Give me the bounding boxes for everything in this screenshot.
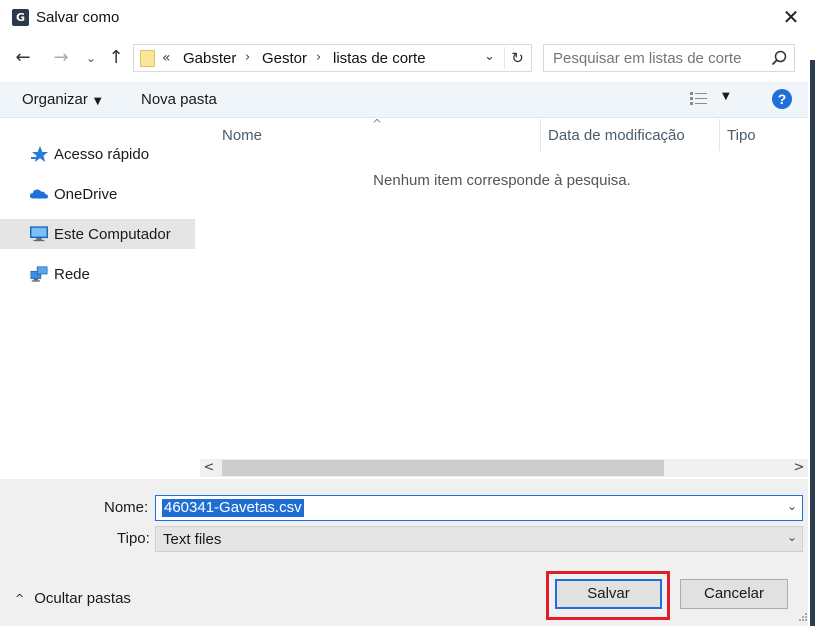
address-bar[interactable]: « Gabster › Gestor › listas de corte ⌄ ↻ [133,44,532,72]
sidebar-item-quick-access[interactable]: Acesso rápido [0,139,195,169]
column-header-type[interactable]: Tipo [727,127,756,144]
column-header-modified[interactable]: Data de modificação [548,127,685,144]
computer-icon [30,226,48,242]
sort-ascending-icon: ^ [372,117,383,131]
chevron-down-icon[interactable]: ⌄ [787,499,797,513]
folder-icon [140,50,155,67]
search-box[interactable] [543,44,795,72]
file-name-field[interactable]: 460341-Gavetas.csv ⌄ [155,495,803,521]
breadcrumb-gabster[interactable]: Gabster [183,50,236,67]
breadcrumb-separator-icon[interactable]: › [316,50,321,65]
hide-folders-label: Ocultar pastas [34,590,131,607]
view-options-icon[interactable] [690,92,708,106]
navigation-pane: Acesso rápido OneDrive Este Computador R… [0,119,200,479]
network-icon [30,266,48,282]
sidebar-item-label: Este Computador [54,225,171,243]
new-folder-button[interactable]: Nova pasta [141,91,217,108]
breadcrumb-gestor[interactable]: Gestor [262,50,307,67]
help-icon[interactable]: ? [772,89,792,109]
file-name-value[interactable]: 460341-Gavetas.csv [162,499,304,517]
close-icon[interactable]: ✕ [780,6,802,28]
sidebar-item-this-pc[interactable]: Este Computador [0,219,195,249]
command-bar: Organizar ▼ Nova pasta ▼ ? [0,82,808,118]
sidebar-item-label: Acesso rápido [54,145,150,163]
type-label: Tipo: [117,530,150,547]
name-label: Nome: [104,499,149,516]
scroll-right-icon[interactable]: > [790,459,808,477]
sidebar-item-onedrive[interactable]: OneDrive [0,179,195,209]
column-header-name[interactable]: Nome [222,127,262,144]
chevron-down-icon[interactable]: ⌄ [787,530,797,544]
up-arrow-icon[interactable]: ↑ [105,47,127,69]
title-bar: G Salvar como ✕ [0,0,808,36]
breadcrumb-separator-icon[interactable]: › [245,50,250,65]
file-list: ^ Nome Data de modificação Tipo Nenhum i… [200,117,808,479]
forward-arrow-icon[interactable]: → [50,47,72,69]
resize-grip-icon[interactable] [798,612,808,622]
search-icon[interactable] [770,49,788,67]
save-form: Nome: 460341-Gavetas.csv ⌄ Tipo: Text fi… [0,479,808,626]
breadcrumb-overflow-icon[interactable]: « [162,50,171,66]
organize-label: Organizar [22,91,88,108]
search-input[interactable] [553,49,758,67]
scroll-left-icon[interactable]: < [200,459,218,477]
scrollbar-thumb[interactable] [222,460,664,476]
cloud-icon [30,189,48,199]
address-dropdown-icon[interactable]: ⌄ [484,49,495,64]
recent-locations-chevron-icon[interactable]: ⌄ [80,47,102,69]
organize-menu[interactable]: Organizar ▼ [22,91,102,108]
refresh-icon[interactable]: ↻ [504,47,530,69]
horizontal-scrollbar[interactable]: < > [200,459,808,477]
file-type-select[interactable]: Text files ⌄ [155,526,803,552]
empty-state-message: Nenhum item corresponde à pesquisa. [373,172,631,189]
star-icon [31,146,48,162]
caret-down-icon: ▼ [93,96,102,107]
file-type-value: Text files [163,531,222,548]
column-divider[interactable] [540,119,541,151]
view-dropdown-icon[interactable]: ▼ [722,91,730,102]
cancel-button[interactable]: Cancelar [680,579,788,609]
breadcrumb-listas-de-corte[interactable]: listas de corte [333,50,426,67]
sidebar-item-label: OneDrive [54,185,118,203]
window-title: Salvar como [36,9,120,26]
sidebar-item-label: Rede [54,265,90,283]
hide-folders-toggle[interactable]: ^ Ocultar pastas [15,590,131,607]
sidebar-item-network[interactable]: Rede [0,259,195,289]
window-edge [810,60,815,626]
chevron-up-icon: ^ [15,592,25,605]
back-arrow-icon[interactable]: ← [12,47,34,69]
app-icon: G [12,9,29,26]
column-divider[interactable] [719,119,720,151]
save-button[interactable]: Salvar [555,579,662,609]
